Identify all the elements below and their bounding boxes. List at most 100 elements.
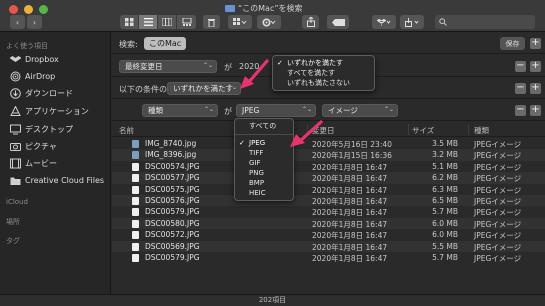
add-criteria-button[interactable]: + xyxy=(530,105,541,116)
camera-icon xyxy=(10,141,21,152)
table-row[interactable]: IMG_8396.jpg 2020年1月15日 16:36 3.2 MB JPEGイメ… xyxy=(112,149,545,161)
minimize-window-button[interactable] xyxy=(24,5,33,14)
file-size: 5.5 MB xyxy=(432,241,458,251)
file-name: DSC00579.JPG xyxy=(145,207,200,217)
jpeg-file-icon xyxy=(132,253,139,262)
sidebar-item-downloads[interactable]: ダウンロード xyxy=(10,86,73,101)
columns-icon xyxy=(162,18,172,26)
table-row[interactable]: DSC00579.JPG 2020年1月8日 16:47 5.7 MB JPEGイメー… xyxy=(112,206,545,217)
file-date: 2020年1月8日 16:47 xyxy=(312,196,388,206)
file-kind: JPEGイメージ xyxy=(474,151,522,161)
list-view-button[interactable] xyxy=(139,15,158,29)
kind-menu-item[interactable]: HEIC xyxy=(235,188,293,198)
kind-menu-item[interactable]: GIF xyxy=(235,158,293,168)
zoom-window-button[interactable] xyxy=(39,5,48,14)
file-kind: JPEGイメージ xyxy=(474,174,522,184)
attribute-popup[interactable]: 最終変更日 ⌃⌄ xyxy=(119,60,217,73)
sidebar-item-applications[interactable]: アプリケーション xyxy=(10,104,89,119)
forward-button[interactable]: › xyxy=(27,15,42,29)
jpeg-file-icon xyxy=(132,208,139,217)
back-button[interactable]: ‹ xyxy=(10,15,25,29)
add-criteria-button[interactable]: + xyxy=(530,38,541,49)
kind-value-popup[interactable]: JPEG ⌃⌄ xyxy=(236,104,316,117)
list-icon xyxy=(143,18,153,26)
column-header-kind[interactable]: 種類 xyxy=(474,125,489,136)
column-divider xyxy=(408,124,409,135)
share-icon xyxy=(306,17,315,27)
table-row[interactable]: DSC00572.JPG 2020年1月8日 16:47 6.0 MB JPEGイメー… xyxy=(112,229,545,240)
sidebar-item-label: Dropbox xyxy=(25,55,59,64)
table-row[interactable]: DSC00576.JPG 2020年1月8日 16:47 6.5 MB JPEGイメー… xyxy=(112,194,545,207)
sidebar-item-label: デスクトップ xyxy=(25,125,73,134)
column-header-name[interactable]: 名前 xyxy=(119,125,134,136)
search-field[interactable] xyxy=(435,15,535,29)
tag-button[interactable] xyxy=(327,15,349,29)
sidebar-item-pictures[interactable]: ピクチャ xyxy=(10,139,57,154)
group-icon xyxy=(233,18,247,25)
share-icon xyxy=(405,17,419,27)
sidebar-item-movies[interactable]: ムービー xyxy=(10,156,57,171)
add-criteria-button[interactable]: + xyxy=(530,61,541,72)
column-header-size[interactable]: サイズ xyxy=(412,125,434,136)
group-by-button[interactable] xyxy=(228,15,252,29)
sidebar-tags-header: タグ xyxy=(6,237,20,245)
sidebar-item-creative-cloud[interactable]: Creative Cloud Files xyxy=(10,173,104,188)
kind-menu-item-all[interactable]: すべての xyxy=(235,121,293,131)
connector-text: が xyxy=(224,107,232,116)
menu-separator xyxy=(235,134,293,135)
table-row[interactable]: DSC00569.JPG 2020年1月8日 16:47 5.5 MB JPEGイメー… xyxy=(112,240,545,252)
kind-menu-item[interactable]: ✓ JPEG xyxy=(235,138,293,148)
close-window-button[interactable] xyxy=(9,5,18,14)
condition-menu-item[interactable]: いずれも満たさない xyxy=(273,78,374,88)
desktop-icon xyxy=(10,124,21,135)
remove-criteria-button[interactable]: − xyxy=(515,83,526,94)
save-search-button[interactable]: 保存 xyxy=(500,37,525,50)
window-title: “このMac”を検索 xyxy=(225,2,303,14)
sidebar-item-airdrop[interactable]: AirDrop xyxy=(10,69,55,84)
file-kind: JPEGイメージ xyxy=(474,208,522,218)
table-row[interactable]: DSC00579.JPG 2020年1月8日 16:47 5.7 MB JPEGイメー… xyxy=(112,252,545,263)
share-button[interactable] xyxy=(302,15,319,29)
kind-detail-popup[interactable]: イメージ ⌃⌄ xyxy=(322,104,398,117)
file-name: IMG_8740.jpg xyxy=(145,139,197,148)
scope-this-mac-button[interactable]: このMac xyxy=(144,37,187,50)
table-row[interactable]: DSC00580.JPG 2020年1月8日 16:47 6.0 MB JPEGイメー… xyxy=(112,217,545,230)
kind-attribute-popup[interactable]: 種類 ⌃⌄ xyxy=(142,104,218,117)
kind-menu-item[interactable]: PNG xyxy=(235,168,293,178)
file-kind: JPEGイメージ xyxy=(474,162,522,172)
action-button[interactable] xyxy=(257,15,281,29)
gallery-view-button[interactable] xyxy=(177,15,196,29)
table-row[interactable]: DSC00574.JPG 2020年1月8日 16:47 5.1 MB JPEGイメー… xyxy=(112,161,545,172)
file-size: 6.2 MB xyxy=(432,173,458,183)
file-date: 2020年1月8日 16:47 xyxy=(312,253,388,263)
file-size: 5.1 MB xyxy=(432,161,458,171)
folder-icon xyxy=(225,4,235,12)
remove-criteria-button[interactable]: − xyxy=(515,105,526,116)
jpeg-file-icon xyxy=(132,196,139,205)
share-menu-button[interactable] xyxy=(400,15,424,29)
trash-icon xyxy=(208,18,215,27)
condition-menu-item[interactable]: ✓ いずれかを満たす xyxy=(273,58,374,68)
dropbox-toolbar-button[interactable] xyxy=(372,15,396,29)
condition-popup[interactable]: いずれかを満たす ⌃⌄ xyxy=(167,82,241,95)
checkmark-icon: ✓ xyxy=(277,59,283,67)
sidebar-item-dropbox[interactable]: Dropbox xyxy=(10,52,59,67)
table-row[interactable]: DSC00575.JPG 2020年1月8日 16:47 6.3 MB JPEGイメー… xyxy=(112,184,545,195)
remove-criteria-button[interactable]: − xyxy=(515,61,526,72)
trash-button[interactable] xyxy=(203,15,220,29)
table-row[interactable]: DSC00577.JPG 2020年1月8日 16:47 6.2 MB JPEGイメー… xyxy=(112,172,545,184)
kind-menu-item[interactable]: BMP xyxy=(235,178,293,188)
window-title-text: “このMac”を検索 xyxy=(238,3,303,13)
column-view-button[interactable] xyxy=(158,15,177,29)
kind-menu-item[interactable]: TIFF xyxy=(235,148,293,158)
add-criteria-button[interactable]: + xyxy=(530,83,541,94)
icon-view-button[interactable] xyxy=(120,15,139,29)
condition-menu-item[interactable]: すべてを満たす xyxy=(273,68,374,78)
jpeg-file-icon xyxy=(132,174,139,183)
file-kind: JPEGイメージ xyxy=(474,231,522,241)
status-bar: 202項目 xyxy=(0,294,545,306)
kind-detail-value: イメージ xyxy=(328,106,358,115)
sidebar-item-desktop[interactable]: デスクトップ xyxy=(10,122,73,137)
airdrop-icon xyxy=(10,71,21,82)
table-row[interactable]: IMG_8740.jpg 2020年5月16日 23:40 3.5 MB JPEGイメ… xyxy=(112,138,545,149)
